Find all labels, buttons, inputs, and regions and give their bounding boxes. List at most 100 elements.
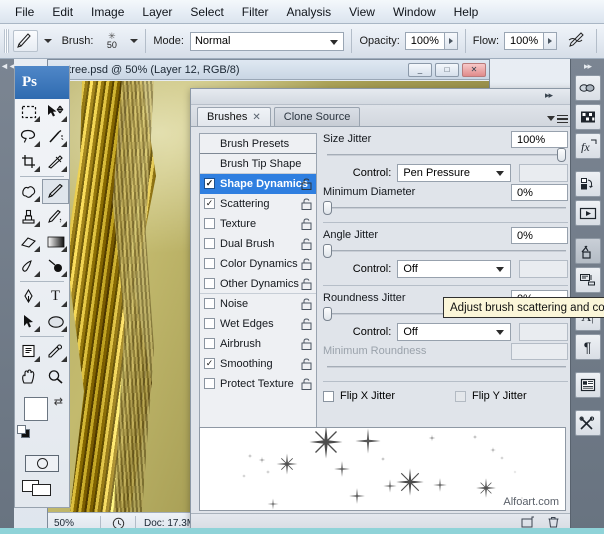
list-item-brush-presets[interactable]: Brush Presets — [200, 134, 316, 154]
roundness-control-select[interactable]: Off — [397, 323, 511, 341]
swatches-grid-icon[interactable] — [575, 104, 601, 130]
checkbox-flip-y-jitter[interactable] — [455, 391, 466, 402]
lock-icon[interactable] — [301, 278, 312, 290]
quick-mask-icon[interactable] — [25, 455, 59, 472]
list-item-brush-tip-shape[interactable]: Brush Tip Shape — [200, 154, 316, 174]
foreground-color-swatch[interactable] — [24, 397, 48, 421]
slider-knob[interactable] — [323, 201, 332, 215]
slider-knob[interactable] — [323, 307, 332, 321]
angle-jitter-slider[interactable] — [323, 244, 568, 258]
flip-y-jitter-option[interactable]: Flip Y Jitter — [455, 390, 527, 402]
dodge-tool-icon[interactable] — [42, 254, 69, 279]
magic-wand-tool-icon[interactable] — [42, 124, 69, 149]
layer-comps-icon[interactable] — [575, 171, 601, 197]
size-control-extra-field[interactable] — [519, 164, 568, 182]
list-item-dual-brush[interactable]: Dual Brush — [200, 234, 316, 254]
menu-edit[interactable]: Edit — [43, 3, 82, 21]
lasso-tool-icon[interactable] — [15, 124, 42, 149]
list-item-airbrush[interactable]: Airbrush — [200, 334, 316, 354]
checkbox-other-dynamics[interactable] — [204, 278, 215, 289]
checkbox-shape-dynamics[interactable]: ✓ — [204, 178, 215, 189]
list-item-wet-edges[interactable]: Wet Edges — [200, 314, 316, 334]
checkbox-scattering[interactable]: ✓ — [204, 198, 215, 209]
lock-icon[interactable] — [301, 318, 312, 330]
list-item-noise[interactable]: Noise — [200, 294, 316, 314]
slider-knob[interactable] — [557, 148, 566, 162]
collapse-dock-icon[interactable]: ◄◄ — [0, 59, 14, 71]
menu-window[interactable]: Window — [384, 3, 445, 21]
expand-dock-icon[interactable]: ▸▸ — [571, 59, 604, 72]
lock-icon[interactable] — [301, 298, 312, 310]
history-icon[interactable] — [575, 238, 601, 264]
list-item-protect-texture[interactable]: Protect Texture — [200, 374, 316, 394]
minimum-diameter-slider[interactable] — [323, 201, 568, 215]
left-dock-strip[interactable]: ◄◄ — [0, 59, 14, 534]
checkbox-protect-texture[interactable] — [204, 378, 215, 389]
menu-file[interactable]: File — [6, 3, 43, 21]
minimize-button[interactable]: _ — [408, 63, 432, 77]
checkbox-color-dynamics[interactable] — [204, 258, 215, 269]
path-selection-tool-icon[interactable] — [15, 309, 42, 334]
brush-size-thumbnail[interactable]: ✳ 50 — [99, 27, 124, 55]
paragraph-icon[interactable]: ¶ — [575, 334, 601, 360]
zoom-level[interactable]: 50% — [48, 518, 100, 529]
pen-tool-icon[interactable] — [15, 284, 42, 309]
lock-icon[interactable] — [301, 238, 312, 250]
list-item-color-dynamics[interactable]: Color Dynamics — [200, 254, 316, 274]
lock-icon[interactable] — [301, 218, 312, 230]
lock-icon[interactable] — [301, 338, 312, 350]
flow-slider-arrow[interactable] — [544, 32, 557, 50]
menu-analysis[interactable]: Analysis — [277, 3, 340, 21]
list-item-other-dynamics[interactable]: Other Dynamics — [200, 274, 316, 294]
actions-play-icon[interactable] — [575, 200, 601, 226]
brush-size-dropdown-arrow[interactable] — [130, 39, 138, 43]
lock-icon[interactable] — [301, 378, 312, 390]
size-control-select[interactable]: Pen Pressure — [397, 164, 511, 182]
lock-icon[interactable] — [301, 358, 312, 370]
brush-tool-icon-selected[interactable] — [42, 179, 69, 204]
lock-icon[interactable] — [301, 198, 312, 210]
angle-control-extra-field[interactable] — [519, 260, 568, 278]
color-icon[interactable] — [575, 75, 601, 101]
angle-control-select[interactable]: Off — [397, 260, 511, 278]
list-item-scattering[interactable]: ✓ Scattering — [200, 194, 316, 214]
swap-colors-icon[interactable]: ⇄ — [54, 395, 63, 408]
checkbox-wet-edges[interactable] — [204, 318, 215, 329]
list-item-texture[interactable]: Texture — [200, 214, 316, 234]
menu-help[interactable]: Help — [445, 3, 488, 21]
checkbox-smoothing[interactable]: ✓ — [204, 358, 215, 369]
type-tool-icon[interactable]: T — [42, 284, 69, 309]
hand-tool-icon[interactable] — [15, 364, 42, 389]
document-title-bar[interactable]: n_tree.psd @ 50% (Layer 12, RGB/8) _ □ ✕ — [48, 60, 489, 80]
menu-layer[interactable]: Layer — [133, 3, 181, 21]
menu-view[interactable]: View — [340, 3, 384, 21]
eraser-tool-icon[interactable] — [15, 229, 42, 254]
close-icon[interactable]: ✕ — [252, 112, 260, 123]
menu-select[interactable]: Select — [181, 3, 232, 21]
opacity-slider-arrow[interactable] — [445, 32, 458, 50]
checkbox-flip-x-jitter[interactable] — [323, 391, 334, 402]
flip-x-jitter-option[interactable]: Flip X Jitter — [323, 390, 395, 402]
slice-tool-icon[interactable] — [42, 149, 69, 174]
lock-icon[interactable] — [301, 258, 312, 270]
flow-field-group[interactable]: 100% — [504, 32, 557, 50]
notes-page-icon[interactable] — [575, 372, 601, 398]
size-jitter-slider[interactable] — [323, 148, 568, 162]
palette-header[interactable]: ▸▸ — [191, 89, 574, 105]
close-button[interactable]: ✕ — [462, 63, 486, 77]
shape-tool-icon[interactable] — [42, 309, 69, 334]
checkbox-texture[interactable] — [204, 218, 215, 229]
notes-tool-icon[interactable] — [15, 339, 42, 364]
menu-filter[interactable]: Filter — [233, 3, 278, 21]
styles-fx-icon[interactable]: fx — [575, 133, 601, 159]
maximize-button[interactable]: □ — [435, 63, 459, 77]
healing-brush-tool-icon[interactable] — [15, 179, 42, 204]
eyedropper-tool-icon[interactable] — [42, 339, 69, 364]
brush-preset-picker-arrow[interactable] — [44, 39, 52, 43]
airbrush-icon[interactable] — [567, 31, 589, 52]
menu-image[interactable]: Image — [82, 3, 133, 21]
opacity-field-group[interactable]: 100% — [405, 32, 458, 50]
lock-icon[interactable] — [301, 178, 312, 190]
checkbox-noise[interactable] — [204, 298, 215, 309]
screen-mode-icon[interactable] — [22, 478, 62, 498]
